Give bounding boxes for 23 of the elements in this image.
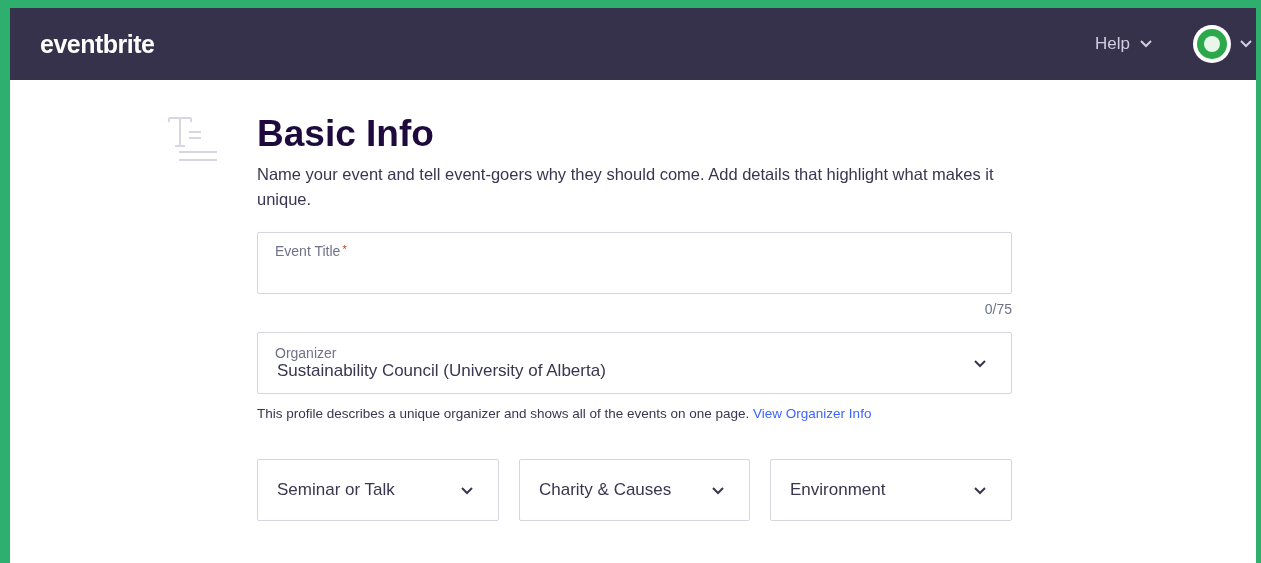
chevron-down-icon (711, 485, 725, 495)
field-value: Sustainability Council (University of Alberta) (277, 361, 606, 381)
field-label: Event Title (275, 243, 341, 259)
logo[interactable]: eventbrite (40, 29, 155, 59)
page-description: Name your event and tell event-goers why they should come. Add details that highlight what makes it unique. (257, 164, 995, 210)
chevron-down-icon (460, 485, 474, 495)
chevron-down-icon (1240, 40, 1252, 48)
category-dropdown[interactable]: Charity & Causes (519, 459, 750, 521)
chevron-down-icon (973, 485, 987, 495)
page-title: Basic Info (257, 114, 435, 154)
category-dropdown[interactable]: Environment (770, 459, 1012, 521)
organizer-hint: This profile describes a unique organizer and shows all of the events on one page. (257, 406, 750, 421)
event-title-field[interactable]: Event Title* (257, 232, 1012, 294)
field-label: Organizer (275, 345, 338, 361)
chevron-down-icon (973, 358, 987, 368)
required-mark: * (342, 243, 347, 255)
category-dropdown[interactable]: Seminar or Talk (257, 459, 499, 521)
character-counter: 0/75 (983, 301, 1012, 317)
help-menu[interactable]: Help (1095, 34, 1152, 54)
view-organizer-link[interactable]: View Organizer Info (753, 406, 872, 421)
avatar-icon (1192, 24, 1232, 64)
organizer-dropdown[interactable]: Organizer Sustainability Council (University of Alberta) (257, 332, 1012, 394)
chevron-down-icon (1140, 40, 1152, 48)
